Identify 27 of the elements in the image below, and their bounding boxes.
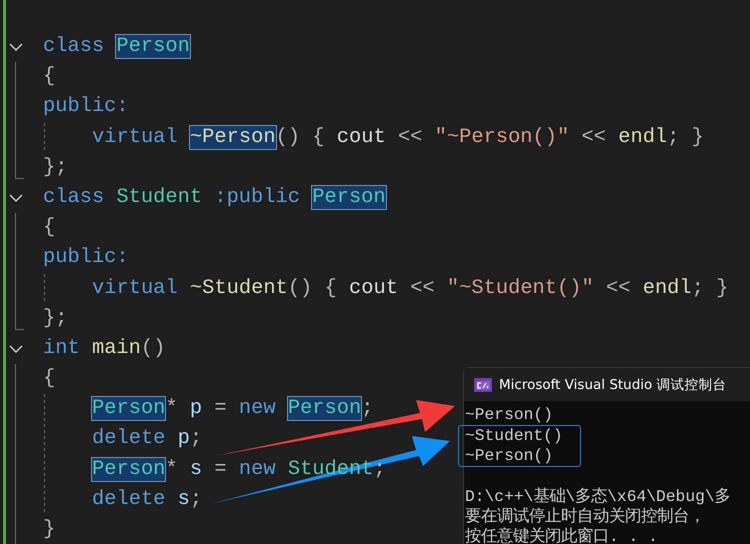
code-line: int main() — [43, 336, 166, 362]
code-line: { — [43, 215, 56, 242]
code-line: Person* p = new Person; — [92, 396, 374, 422]
console-line: ~Person() — [464, 405, 554, 425]
code-line: public: — [43, 245, 129, 272]
console-line: ~Person() — [464, 446, 554, 466]
code-line: class Person — [43, 34, 190, 60]
console-app-icon — [474, 378, 492, 392]
code-line: public: — [43, 94, 129, 120]
code-line: virtual ~Person() { cout << "~Person()" << endl; } — [92, 124, 704, 151]
code-line: }; — [43, 154, 68, 181]
collapse-icon[interactable] — [9, 194, 23, 202]
console-title: Microsoft Visual Studio 调试控制台 — [499, 376, 727, 394]
console-line: ~Student() — [464, 426, 564, 446]
console-line: 要在调试停止时自动关闭控制台， — [464, 507, 706, 527]
code-line: }; — [43, 306, 68, 332]
console-line: 按任意键关闭此窗口. . . — [464, 527, 659, 544]
collapse-icon[interactable] — [9, 344, 23, 353]
code-line: { — [43, 64, 56, 90]
code-line: class Student :public Person — [43, 184, 386, 211]
code-line: { — [43, 366, 56, 392]
code-line: delete s; — [92, 486, 202, 513]
collapse-icon[interactable] — [9, 43, 23, 51]
console-line: D:\c++\基础\多态\x64\Debug\多 — [464, 487, 732, 507]
code-line: } — [43, 517, 56, 543]
code-line: delete p; — [92, 426, 202, 452]
code-line: virtual ~Student() { cout << "~Student()" << endl; } — [92, 276, 728, 302]
